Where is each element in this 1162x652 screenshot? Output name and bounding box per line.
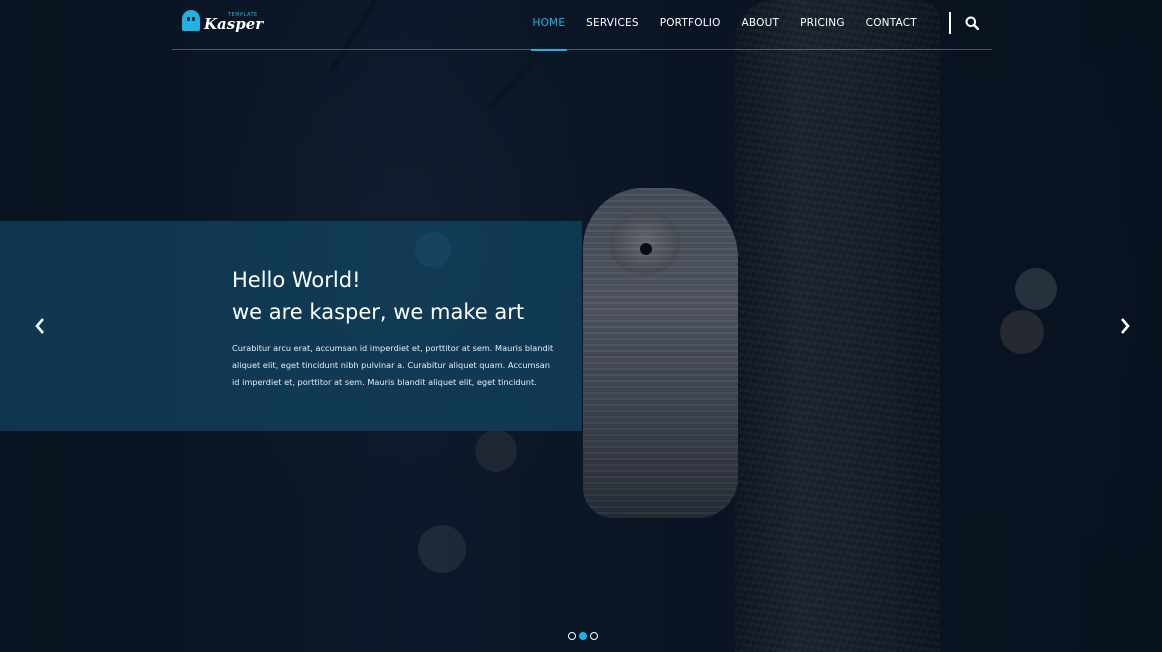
hero-title-line2: we are kasper, we make art xyxy=(232,300,525,324)
nav-item-services[interactable]: SERVICES xyxy=(576,0,650,50)
nav-item-about[interactable]: ABOUT xyxy=(731,0,790,50)
slider-dot-2[interactable] xyxy=(579,632,587,640)
slider-dots xyxy=(568,632,598,640)
hero-title-line1: Hello World! xyxy=(232,268,361,292)
search-icon[interactable] xyxy=(965,16,979,30)
site-header: Kasper TEMPLATE HOME SERVICES PORTFOLIO … xyxy=(172,0,992,51)
nav-item-pricing[interactable]: PRICING xyxy=(790,0,856,50)
hero-title: Hello World! we are kasper, we make art xyxy=(232,264,524,328)
chevron-right-icon[interactable] xyxy=(1117,316,1133,336)
logo-tagline: TEMPLATE xyxy=(228,12,258,18)
slider-dot-1[interactable] xyxy=(568,632,576,640)
hero-description: Curabitur arcu erat, accumsan id imperdi… xyxy=(232,343,554,387)
ghost-icon xyxy=(182,10,200,31)
logo[interactable]: Kasper TEMPLATE xyxy=(182,10,263,33)
nav-item-home[interactable]: HOME xyxy=(522,0,576,51)
chevron-left-icon[interactable] xyxy=(32,316,48,336)
nav-item-contact[interactable]: CONTACT xyxy=(855,0,927,50)
slider-dot-3[interactable] xyxy=(590,632,598,640)
main-nav: HOME SERVICES PORTFOLIO ABOUT PRICING CO… xyxy=(522,0,927,51)
nav-item-portfolio[interactable]: PORTFOLIO xyxy=(649,0,731,50)
nav-divider xyxy=(949,12,951,34)
